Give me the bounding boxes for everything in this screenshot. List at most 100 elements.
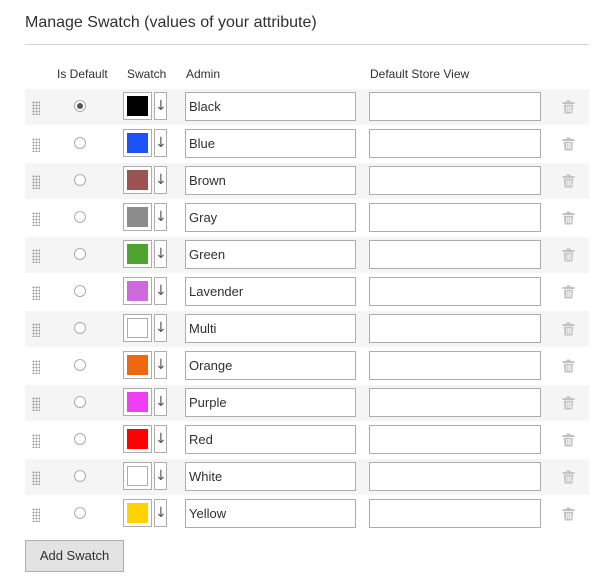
trash-icon[interactable]: [562, 174, 575, 188]
is-default-radio[interactable]: [74, 285, 86, 297]
store-view-value-input[interactable]: [369, 388, 541, 417]
admin-value-input[interactable]: [185, 499, 356, 528]
drag-handle-icon[interactable]: [32, 286, 40, 300]
admin-value-input[interactable]: [185, 462, 356, 491]
admin-value-input[interactable]: [185, 166, 356, 195]
store-view-value-input[interactable]: [369, 129, 541, 158]
arrow-down-icon[interactable]: ↓: [154, 166, 167, 194]
store-view-value-input[interactable]: [369, 425, 541, 454]
swatch-color-picker[interactable]: [123, 425, 152, 453]
arrow-down-icon[interactable]: ↓: [154, 314, 167, 342]
swatch-color-picker[interactable]: [123, 388, 152, 416]
swatch-color-picker[interactable]: [123, 314, 152, 342]
is-default-radio[interactable]: [74, 322, 86, 334]
swatch-row: ↓: [25, 459, 589, 495]
drag-handle-icon[interactable]: [32, 397, 40, 411]
trash-icon[interactable]: [562, 248, 575, 262]
swatch-color-picker[interactable]: [123, 499, 152, 527]
is-default-radio[interactable]: [74, 470, 86, 482]
store-view-value-input[interactable]: [369, 351, 541, 380]
is-default-radio[interactable]: [74, 137, 86, 149]
arrow-down-icon[interactable]: ↓: [154, 425, 167, 453]
trash-icon[interactable]: [562, 285, 575, 299]
drag-handle-icon[interactable]: [32, 323, 40, 337]
trash-icon[interactable]: [562, 470, 575, 484]
store-view-value-input[interactable]: [369, 277, 541, 306]
trash-icon[interactable]: [562, 100, 575, 114]
swatch-row: ↓: [25, 200, 589, 236]
is-default-radio[interactable]: [74, 211, 86, 223]
drag-handle-icon[interactable]: [32, 249, 40, 263]
is-default-radio[interactable]: [74, 248, 86, 260]
swatch-color-fill: [127, 170, 148, 190]
swatch-color-picker[interactable]: [123, 203, 152, 231]
store-view-value-input[interactable]: [369, 240, 541, 269]
swatch-row: ↓: [25, 237, 589, 273]
arrow-down-icon[interactable]: ↓: [154, 462, 167, 490]
trash-icon[interactable]: [562, 507, 575, 521]
trash-icon[interactable]: [562, 433, 575, 447]
is-default-radio[interactable]: [74, 433, 86, 445]
drag-handle-icon[interactable]: [32, 471, 40, 485]
drag-handle-icon[interactable]: [32, 138, 40, 152]
store-view-value-input[interactable]: [369, 203, 541, 232]
drag-handle-icon[interactable]: [32, 360, 40, 374]
trash-icon[interactable]: [562, 359, 575, 373]
admin-value-input[interactable]: [185, 92, 356, 121]
swatch-color-picker[interactable]: [123, 129, 152, 157]
arrow-down-icon[interactable]: ↓: [154, 277, 167, 305]
arrow-down-icon[interactable]: ↓: [154, 499, 167, 527]
store-view-value-input[interactable]: [369, 499, 541, 528]
admin-value-input[interactable]: [185, 388, 356, 417]
is-default-radio[interactable]: [74, 359, 86, 371]
swatch-color-picker[interactable]: [123, 277, 152, 305]
swatch-color-fill: [127, 207, 148, 227]
is-default-radio[interactable]: [74, 174, 86, 186]
drag-handle-icon[interactable]: [32, 212, 40, 226]
store-view-value-input[interactable]: [369, 92, 541, 121]
swatch-row: ↓: [25, 163, 589, 199]
swatch-color-fill: [127, 355, 148, 375]
add-swatch-button[interactable]: Add Swatch: [25, 540, 124, 572]
swatch-row: ↓: [25, 274, 589, 310]
admin-value-input[interactable]: [185, 314, 356, 343]
swatch-color-picker[interactable]: [123, 240, 152, 268]
swatch-color-picker[interactable]: [123, 166, 152, 194]
trash-icon[interactable]: [562, 137, 575, 151]
is-default-radio[interactable]: [74, 507, 86, 519]
admin-value-input[interactable]: [185, 277, 356, 306]
swatch-color-picker[interactable]: [123, 92, 152, 120]
admin-value-input[interactable]: [185, 129, 356, 158]
column-header-admin: Admin: [186, 67, 221, 81]
swatch-color-fill: [127, 466, 148, 486]
swatch-color-picker[interactable]: [123, 351, 152, 379]
drag-handle-icon[interactable]: [32, 434, 40, 448]
trash-icon[interactable]: [562, 211, 575, 225]
admin-value-input[interactable]: [185, 203, 356, 232]
drag-handle-icon[interactable]: [32, 508, 40, 522]
admin-value-input[interactable]: [185, 351, 356, 380]
arrow-down-icon[interactable]: ↓: [154, 388, 167, 416]
admin-value-input[interactable]: [185, 240, 356, 269]
arrow-down-icon[interactable]: ↓: [154, 203, 167, 231]
drag-handle-icon[interactable]: [32, 101, 40, 115]
store-view-value-input[interactable]: [369, 462, 541, 491]
arrow-down-icon[interactable]: ↓: [154, 92, 167, 120]
trash-icon[interactable]: [562, 396, 575, 410]
swatch-color-fill: [127, 503, 148, 523]
arrow-down-icon[interactable]: ↓: [154, 129, 167, 157]
store-view-value-input[interactable]: [369, 166, 541, 195]
swatch-row: ↓: [25, 496, 589, 532]
arrow-down-icon[interactable]: ↓: [154, 351, 167, 379]
swatch-color-picker[interactable]: [123, 462, 152, 490]
swatch-row: ↓: [25, 89, 589, 125]
trash-icon[interactable]: [562, 322, 575, 336]
column-header-store-view: Default Store View: [370, 67, 470, 81]
admin-value-input[interactable]: [185, 425, 356, 454]
arrow-down-icon[interactable]: ↓: [154, 240, 167, 268]
store-view-value-input[interactable]: [369, 314, 541, 343]
drag-handle-icon[interactable]: [32, 175, 40, 189]
is-default-radio[interactable]: [74, 100, 86, 112]
swatch-row: ↓: [25, 422, 589, 458]
is-default-radio[interactable]: [74, 396, 86, 408]
